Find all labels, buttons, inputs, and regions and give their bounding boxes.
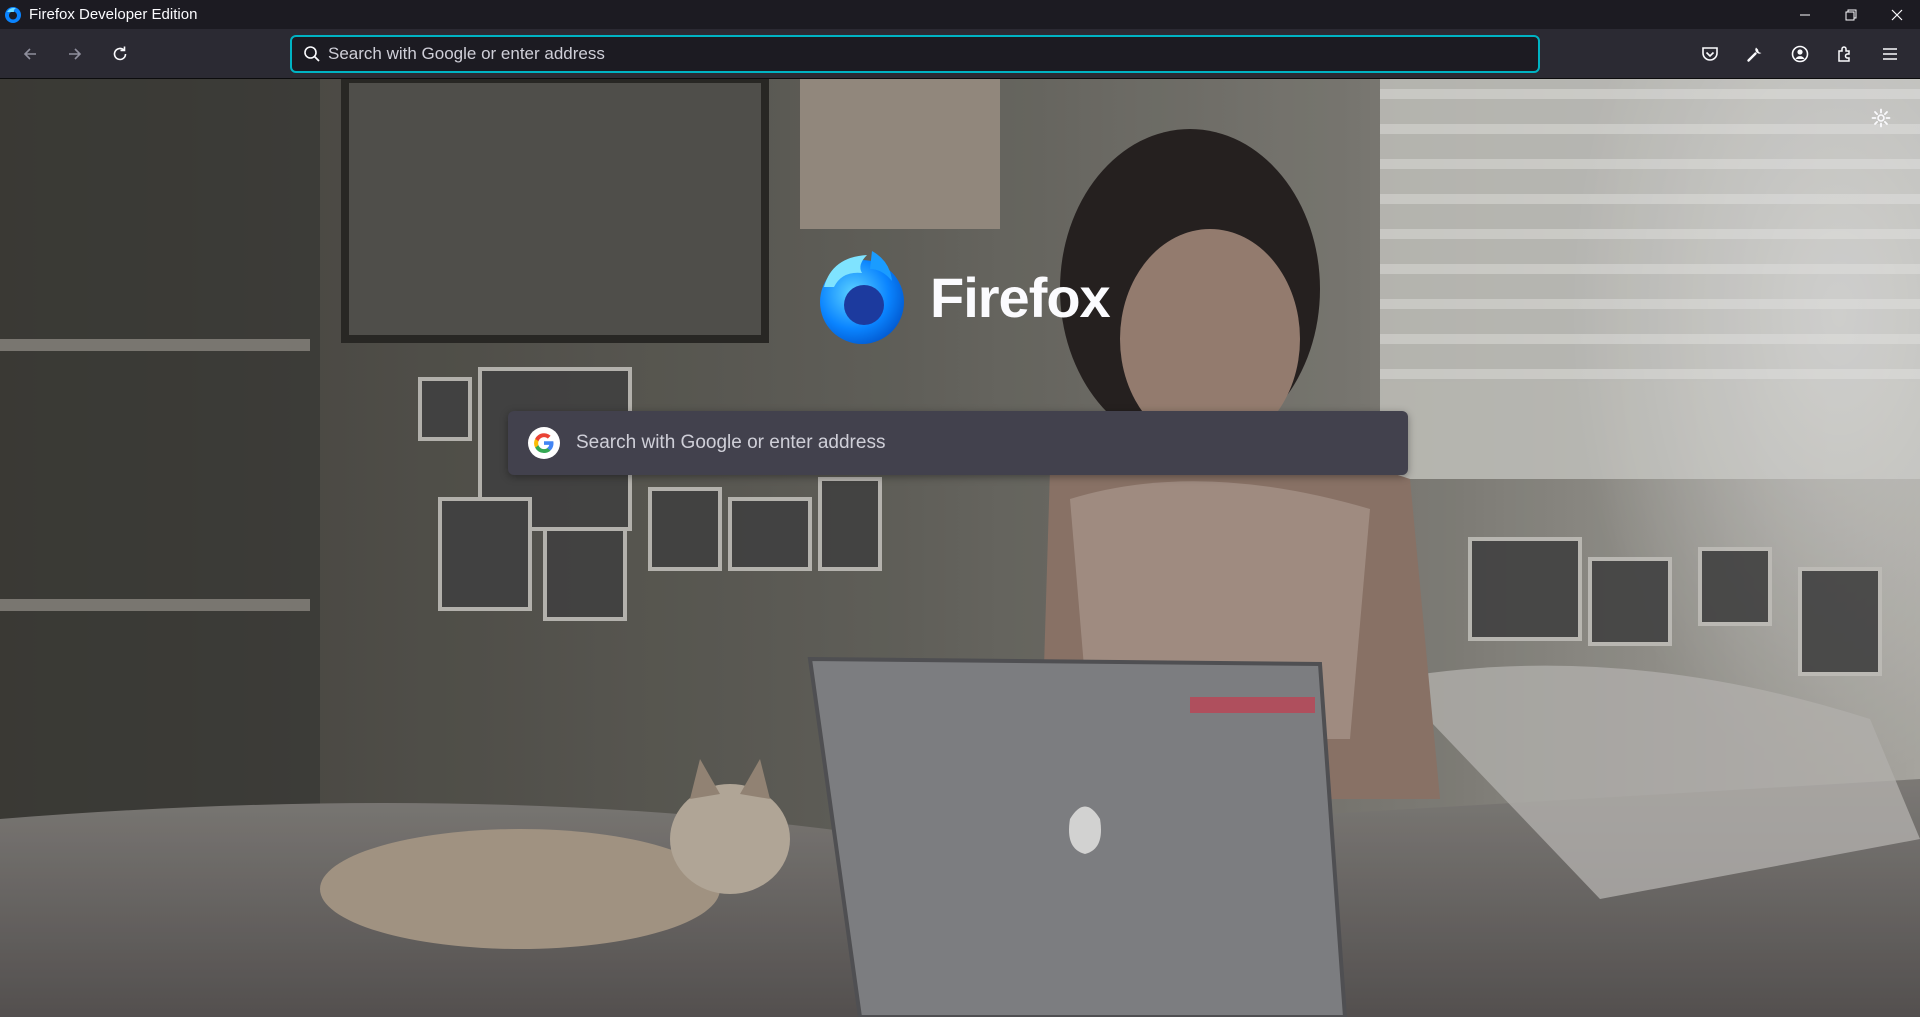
forward-button[interactable] xyxy=(59,38,91,70)
application-menu-button[interactable] xyxy=(1874,38,1906,70)
restore-button[interactable] xyxy=(1828,0,1874,29)
window-controls xyxy=(1782,0,1920,29)
wrench-icon xyxy=(1747,47,1762,62)
back-arrow-icon xyxy=(23,48,36,60)
window-title: Firefox Developer Edition xyxy=(29,6,198,23)
new-tab-search-input[interactable] xyxy=(576,432,1408,454)
forward-arrow-icon xyxy=(69,48,82,60)
pocket-icon xyxy=(1702,47,1718,61)
minimize-icon xyxy=(1800,14,1810,15)
new-tab-search-box[interactable] xyxy=(508,411,1408,475)
pocket-button[interactable] xyxy=(1694,38,1726,70)
reload-button[interactable] xyxy=(104,38,136,70)
address-input[interactable] xyxy=(328,44,1538,64)
new-tab-page: Firefox xyxy=(0,79,1920,1017)
minimize-button[interactable] xyxy=(1782,0,1828,29)
firefox-wordmark: Firefox xyxy=(930,265,1111,329)
address-bar[interactable] xyxy=(290,35,1540,73)
account-button[interactable] xyxy=(1784,38,1816,70)
firefox-developer-logo-icon xyxy=(820,251,904,344)
firefox-developer-edition-icon xyxy=(3,5,23,25)
developer-tools-button[interactable] xyxy=(1739,38,1771,70)
close-icon xyxy=(1891,9,1903,20)
close-button[interactable] xyxy=(1874,0,1920,29)
search-icon xyxy=(302,44,322,64)
google-g-icon xyxy=(528,427,560,459)
extensions-icon xyxy=(1838,46,1850,62)
back-button[interactable] xyxy=(14,38,46,70)
navigation-toolbar xyxy=(0,29,1920,79)
hamburger-menu-icon xyxy=(1883,48,1897,60)
personalize-settings-button[interactable] xyxy=(1866,103,1896,133)
wallpaper-image xyxy=(0,79,1920,1017)
account-icon xyxy=(1791,45,1809,63)
extensions-button[interactable] xyxy=(1829,38,1861,70)
title-bar: Firefox Developer Edition xyxy=(0,0,1920,29)
gear-icon xyxy=(1871,108,1891,128)
firefox-logo: Firefox xyxy=(812,247,1111,347)
restore-icon xyxy=(1845,9,1857,20)
reload-icon xyxy=(113,46,127,61)
